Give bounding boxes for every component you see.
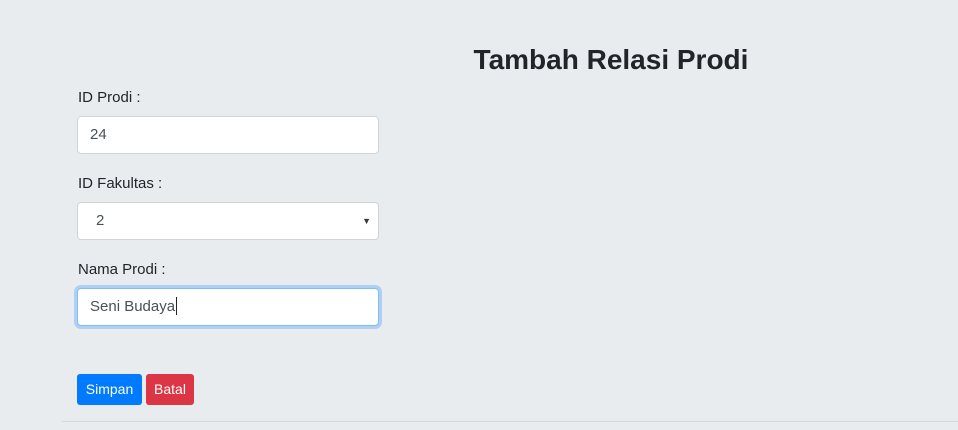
text-cursor <box>176 297 178 316</box>
nama-prodi-value: Seni Budaya <box>90 298 176 315</box>
id-fakultas-selected-value: 2 <box>96 212 105 229</box>
caret-down-icon: ▼ <box>362 216 371 226</box>
id-fakultas-label: ID Fakultas : <box>78 175 163 192</box>
id-prodi-value: 24 <box>90 126 107 143</box>
cancel-button[interactable]: Batal <box>146 374 194 405</box>
page-title: Tambah Relasi Prodi <box>473 44 749 75</box>
save-button[interactable]: Simpan <box>77 374 142 405</box>
nama-prodi-input[interactable]: Seni Budaya <box>77 288 379 326</box>
nama-prodi-label: Nama Prodi : <box>78 261 166 278</box>
id-fakultas-select[interactable]: 2 ▼ <box>77 202 379 240</box>
divider <box>62 421 958 422</box>
id-prodi-input[interactable]: 24 <box>77 116 379 154</box>
id-prodi-label: ID Prodi : <box>78 89 141 106</box>
page: Tambah Relasi Prodi ID Prodi : 24 ID Fak… <box>0 0 958 430</box>
